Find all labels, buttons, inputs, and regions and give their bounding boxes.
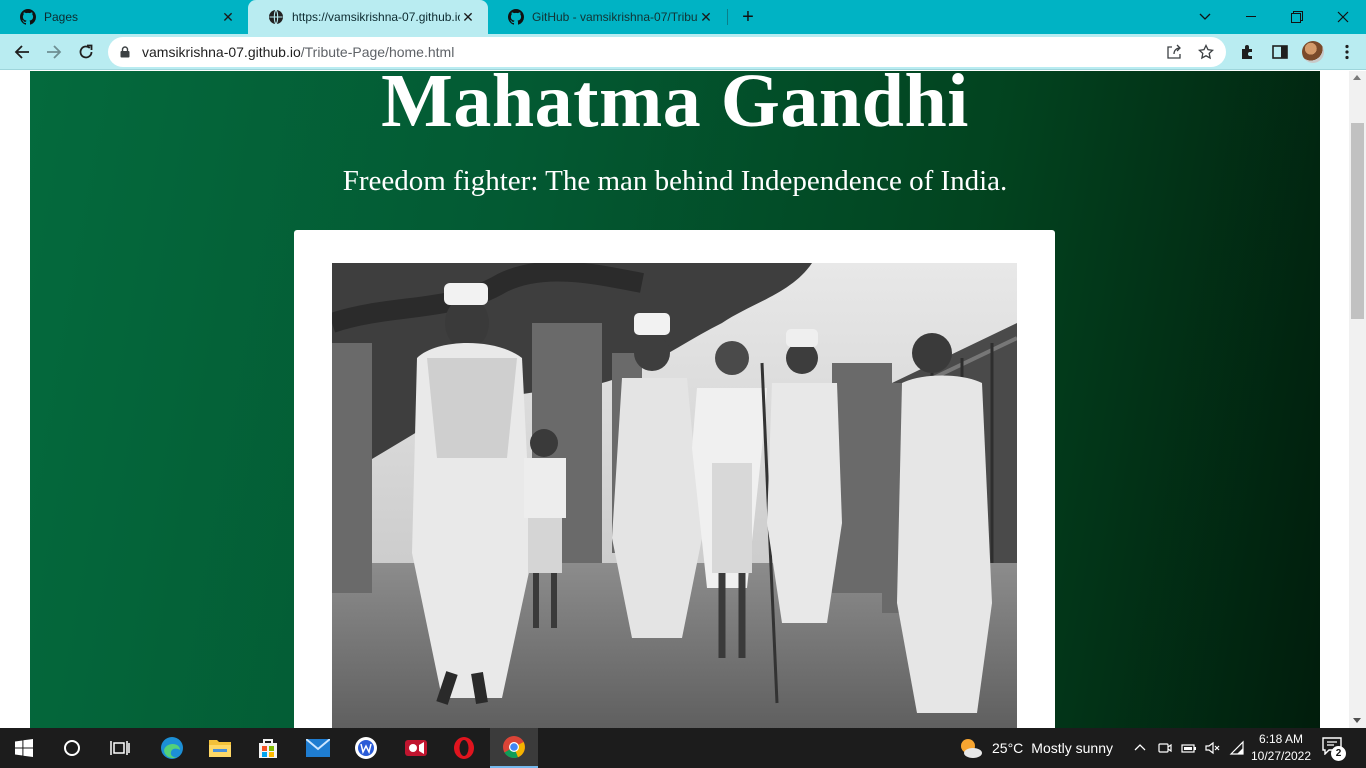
scrollbar-thumb[interactable] <box>1351 123 1364 319</box>
tab-title: GitHub - vamsikrishna-07/Tribute <box>532 10 698 24</box>
address-bar[interactable]: vamsikrishna-07.github.io/Tribute-Page/h… <box>108 37 1226 67</box>
clock-time: 6:18 AM <box>1258 732 1304 746</box>
share-icon[interactable] <box>1166 44 1182 60</box>
task-view-button[interactable] <box>96 728 144 768</box>
scroll-down-arrow-icon[interactable] <box>1353 718 1361 723</box>
weather-condition: Mostly sunny <box>1031 740 1113 756</box>
browser-toolbar: vamsikrishna-07.github.io/Tribute-Page/h… <box>0 34 1366 70</box>
taskbar-app-w[interactable] <box>342 728 390 768</box>
github-icon <box>508 9 524 25</box>
wifi-icon[interactable] <box>1229 740 1245 756</box>
github-icon <box>20 9 36 25</box>
close-icon[interactable]: ✕ <box>698 9 714 25</box>
restore-icon <box>1291 11 1303 23</box>
tab-pages[interactable]: Pages ✕ <box>0 0 248 34</box>
page-title: Mahatma Gandhi <box>381 71 969 143</box>
chrome-icon <box>503 736 525 759</box>
url-host: vamsikrishna-07.github.io <box>142 44 301 60</box>
lock-icon <box>120 46 130 58</box>
taskbar-edge[interactable] <box>148 728 196 768</box>
back-button[interactable] <box>8 38 36 66</box>
clock-date: 10/27/2022 <box>1250 749 1312 763</box>
arrow-right-icon <box>47 45 62 59</box>
globe-icon <box>269 9 283 25</box>
tab-separator <box>727 9 728 25</box>
minimize-button[interactable] <box>1228 0 1274 34</box>
windows-logo-icon <box>15 739 33 757</box>
page-subtitle: Freedom fighter: The man behind Independ… <box>342 165 1008 197</box>
taskbar-opera[interactable] <box>440 728 488 768</box>
opera-icon <box>454 737 474 759</box>
reload-button[interactable] <box>72 38 100 66</box>
taskbar-mail[interactable] <box>294 728 342 768</box>
taskbar-chrome[interactable] <box>490 728 538 768</box>
restore-button[interactable] <box>1274 0 1320 34</box>
tab-title: Pages <box>44 10 79 24</box>
url-path: /Tribute-Page/home.html <box>300 44 455 60</box>
weather-temperature: 25°C <box>992 740 1024 756</box>
start-button[interactable] <box>0 728 48 768</box>
file-explorer-icon <box>209 740 231 757</box>
profile-avatar[interactable] <box>1302 41 1324 63</box>
minimize-icon <box>1246 16 1256 17</box>
taskbar-store[interactable] <box>244 728 292 768</box>
mail-icon <box>306 739 330 757</box>
new-tab-button[interactable]: + <box>738 5 758 29</box>
gandhi-photo-drawing <box>332 263 1017 728</box>
gandhi-photo <box>332 263 1017 728</box>
weather-widget[interactable]: 25°C Mostly sunny <box>958 728 1113 768</box>
tab-strip: Pages ✕ https://vamsikrishna-07.github.i… <box>0 0 1366 34</box>
action-center-button[interactable]: 2 <box>1322 737 1346 761</box>
windows-taskbar: 25°C Mostly sunny 6:18 AM 10/27/2022 2 <box>0 728 1366 768</box>
image-card <box>294 230 1055 728</box>
tab-title: https://vamsikrishna-07.github.io <box>292 10 460 24</box>
tab-search-button[interactable] <box>1182 0 1228 34</box>
taskbar-file-explorer[interactable] <box>196 728 244 768</box>
battery-icon[interactable] <box>1181 740 1197 756</box>
reload-icon <box>79 44 93 59</box>
extensions-puzzle-icon[interactable] <box>1239 43 1257 61</box>
page-viewport: Mahatma Gandhi Freedom fighter: The man … <box>0 71 1366 728</box>
tab-active-page[interactable]: https://vamsikrishna-07.github.io ✕ <box>248 0 488 34</box>
tab-github-repo[interactable]: GitHub - vamsikrishna-07/Tribute ✕ <box>488 0 726 34</box>
close-icon[interactable]: ✕ <box>460 9 476 25</box>
app-w-icon <box>355 737 377 759</box>
system-clock[interactable]: 6:18 AM 10/27/2022 <box>1248 731 1314 765</box>
edge-icon <box>161 737 183 759</box>
volume-muted-icon[interactable] <box>1204 740 1220 756</box>
taskbar-recorder[interactable] <box>392 728 440 768</box>
window-close-button[interactable] <box>1320 0 1366 34</box>
menu-kebab-icon[interactable] <box>1338 43 1356 61</box>
meet-now-icon[interactable] <box>1157 740 1173 756</box>
notification-count-badge: 2 <box>1331 746 1346 761</box>
recorder-icon <box>405 740 427 756</box>
chevron-down-icon <box>1199 13 1211 20</box>
search-button[interactable] <box>48 728 96 768</box>
scroll-up-arrow-icon[interactable] <box>1353 75 1361 80</box>
search-icon <box>64 740 80 756</box>
forward-button[interactable] <box>40 38 68 66</box>
chevron-up-icon[interactable] <box>1132 740 1148 756</box>
side-panel-icon[interactable] <box>1271 43 1289 61</box>
task-view-icon <box>110 741 130 755</box>
page-scrollbar[interactable] <box>1349 71 1366 728</box>
arrow-left-icon <box>14 45 29 59</box>
close-icon <box>1337 11 1349 23</box>
bookmark-star-icon[interactable] <box>1198 44 1214 60</box>
close-icon[interactable]: ✕ <box>220 9 236 25</box>
partly-sunny-icon <box>961 739 982 758</box>
store-icon <box>259 739 277 758</box>
